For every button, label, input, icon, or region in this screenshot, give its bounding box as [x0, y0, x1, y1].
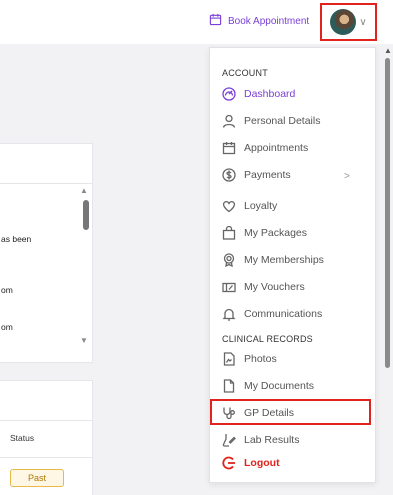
menu-item-my-packages[interactable]: My Packages	[222, 223, 307, 243]
menu-item-dashboard[interactable]: Dashboard	[222, 84, 295, 104]
menu-item-label: My Documents	[244, 380, 315, 392]
lab-icon	[222, 433, 236, 447]
logout-icon	[222, 456, 236, 470]
section-heading-account: ACCOUNT	[222, 68, 268, 78]
dollar-icon	[222, 168, 236, 182]
gauge-icon	[222, 87, 236, 101]
menu-item-label: My Vouchers	[244, 281, 305, 293]
bell-icon	[222, 307, 236, 321]
menu-item-label: Photos	[244, 353, 277, 365]
user-menu-toggle[interactable]: ∨	[320, 3, 377, 41]
divider	[0, 183, 92, 184]
menu-item-logout[interactable]: Logout	[222, 453, 280, 473]
scroll-up-icon[interactable]: ▲	[80, 186, 90, 195]
photo-icon	[222, 352, 236, 366]
chevron-down-icon: ∨	[359, 16, 367, 28]
book-appointment-label: Book Appointment	[228, 15, 310, 27]
notifications-card: as been om om	[0, 143, 93, 363]
menu-item-lab-results[interactable]: Lab Results	[222, 430, 299, 450]
menu-item-appointments[interactable]: Appointments	[222, 138, 308, 158]
status-badge: Past	[10, 469, 64, 487]
menu-item-label: Appointments	[244, 142, 309, 154]
book-appointment-link[interactable]: Book Appointment	[209, 13, 309, 29]
calendar-icon	[209, 13, 222, 29]
scrollbar-thumb[interactable]	[385, 58, 390, 368]
menu-item-personal-details[interactable]: Personal Details	[222, 111, 320, 131]
menu-item-label: Logout	[244, 457, 280, 469]
heart-icon	[222, 199, 236, 213]
menu-item-my-vouchers[interactable]: My Vouchers	[222, 277, 305, 297]
person-icon	[222, 114, 236, 128]
menu-item-label: Personal Details	[244, 115, 321, 127]
top-bar: Book Appointment ∨	[0, 0, 393, 44]
menu-item-photos[interactable]: Photos	[222, 349, 277, 369]
list-item: om	[1, 285, 13, 295]
menu-item-my-memberships[interactable]: My Memberships	[222, 250, 324, 270]
section-heading-clinical-records: CLINICAL RECORDS	[222, 334, 313, 344]
highlight-frame	[210, 399, 371, 425]
window-scrollbar[interactable]: ▲	[383, 46, 393, 495]
menu-item-label: My Memberships	[244, 254, 324, 266]
scrollbar-thumb[interactable]	[83, 200, 89, 230]
appointments-card: Status Past	[0, 380, 93, 495]
scroll-down-icon[interactable]: ▼	[80, 336, 90, 345]
chevron-right-icon: >	[344, 171, 350, 182]
voucher-icon	[222, 280, 236, 294]
menu-item-label: My Packages	[244, 227, 308, 239]
column-header-status: Status	[10, 433, 35, 443]
menu-item-payments[interactable]: Payments	[222, 165, 291, 185]
scroll-up-icon[interactable]: ▲	[384, 46, 392, 55]
list-item: om	[1, 322, 13, 332]
menu-item-label: Payments	[244, 169, 291, 181]
bag-icon	[222, 226, 236, 240]
avatar	[330, 9, 357, 35]
menu-item-label: Lab Results	[244, 434, 300, 446]
menu-item-label: Dashboard	[244, 88, 296, 100]
divider	[0, 420, 92, 421]
document-icon	[222, 379, 236, 393]
calendar-icon	[222, 141, 236, 155]
menu-item-communications[interactable]: Communications	[222, 304, 322, 324]
badge-icon	[222, 253, 236, 267]
divider	[0, 457, 92, 458]
menu-item-my-documents[interactable]: My Documents	[222, 376, 314, 396]
menu-item-label: Communications	[244, 308, 323, 320]
list-item: as been	[1, 234, 32, 244]
menu-item-label: Loyalty	[244, 200, 278, 212]
menu-item-loyalty[interactable]: Loyalty	[222, 196, 277, 216]
